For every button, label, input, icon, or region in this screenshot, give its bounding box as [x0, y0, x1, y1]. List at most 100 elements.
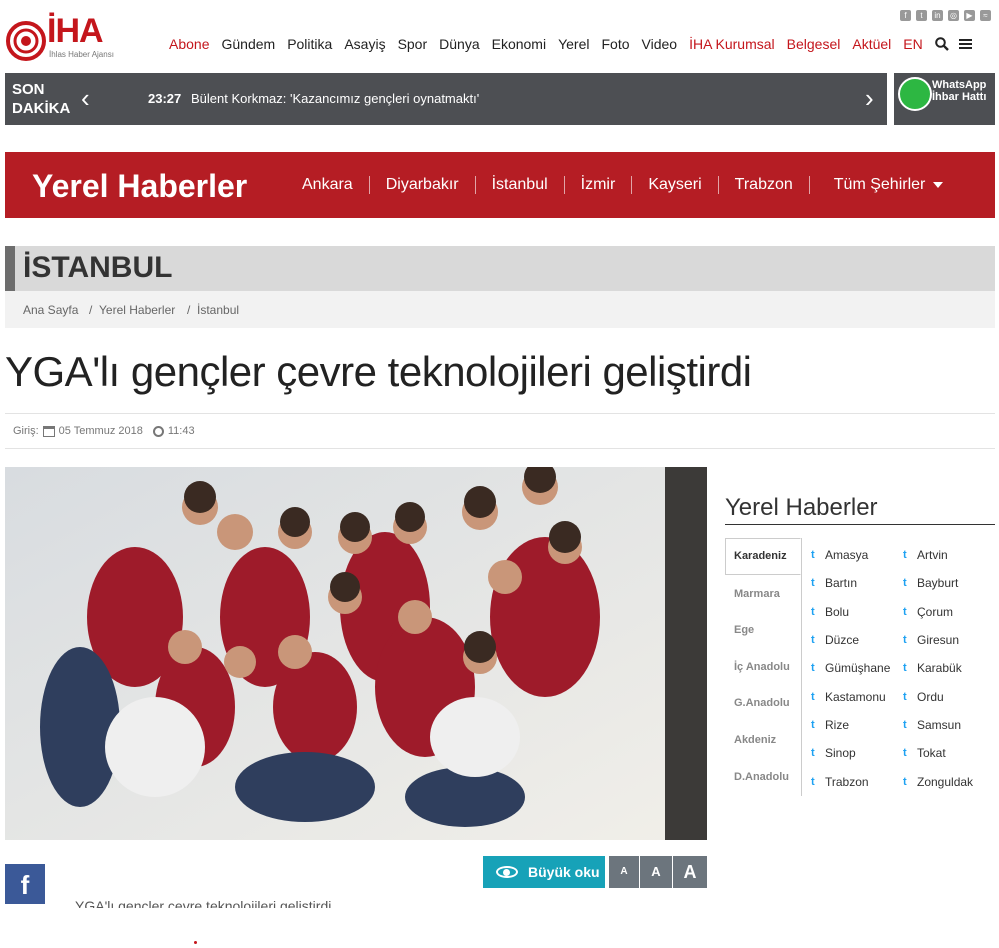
- article-headline: YGA'lı gençler çevre teknolojileri geliş…: [5, 348, 752, 395]
- breaking-headline[interactable]: Bülent Korkmaz: 'Kazancımız gençleri oyn…: [191, 91, 479, 106]
- read-large-button[interactable]: Büyük oku: [483, 856, 605, 888]
- city-link-trabzon[interactable]: Trabzon: [719, 176, 810, 194]
- city-item[interactable]: t Giresun: [903, 633, 959, 647]
- city-item[interactable]: t Gümüşhane: [811, 661, 890, 675]
- nav-abone[interactable]: Abone: [169, 36, 209, 52]
- region-tab-d-anadolu[interactable]: D.Anadolu: [734, 771, 789, 783]
- city-link-izmir[interactable]: İzmir: [565, 176, 633, 194]
- local-news-title[interactable]: Yerel Haberler: [32, 168, 247, 205]
- twitter-icon: t: [811, 691, 815, 703]
- city-item[interactable]: t Ordu: [903, 690, 944, 704]
- twitter-icon: t: [903, 577, 907, 589]
- city-item[interactable]: t Kastamonu: [811, 690, 886, 704]
- city-item[interactable]: t Amasya: [811, 548, 868, 562]
- city-link-istanbul[interactable]: İstanbul: [476, 176, 565, 194]
- nav-en[interactable]: EN: [903, 36, 922, 52]
- city-item[interactable]: t Trabzon: [811, 775, 869, 789]
- nav-aktuel[interactable]: Aktüel: [852, 36, 891, 52]
- logo-mark-icon: [6, 21, 46, 61]
- city-item[interactable]: t Bayburt: [903, 576, 958, 590]
- city-item[interactable]: t Rize: [811, 718, 849, 732]
- sidebar-title: Yerel Haberler: [725, 494, 878, 521]
- region-tab-akdeniz[interactable]: Akdeniz: [734, 734, 776, 746]
- whatsapp-icon: [898, 77, 932, 111]
- breaking-time: 23:27: [148, 91, 182, 106]
- font-size-small-button[interactable]: A: [609, 856, 639, 888]
- city-item[interactable]: t Karabük: [903, 661, 962, 675]
- local-city-links: Ankara Diyarbakır İstanbul İzmir Kayseri…: [302, 176, 959, 194]
- city-item[interactable]: t Sinop: [811, 746, 856, 760]
- article-body-start: YGA'lı gençler çevre teknolojileri geliş…: [75, 898, 344, 908]
- instagram-icon[interactable]: ◎: [948, 10, 959, 21]
- nav-ekonomi[interactable]: Ekonomi: [492, 36, 546, 52]
- twitter-icon: t: [903, 634, 907, 646]
- twitter-icon: t: [811, 747, 815, 759]
- logo-text: İHA: [47, 12, 104, 50]
- breadcrumb: Ana Sayfa / Yerel Haberler / İstanbul: [5, 291, 995, 328]
- twitter-icon: t: [811, 577, 815, 589]
- breadcrumb-local[interactable]: Yerel Haberler: [99, 303, 175, 317]
- city-item[interactable]: t Samsun: [903, 718, 961, 732]
- nav-spor[interactable]: Spor: [398, 36, 428, 52]
- city-item[interactable]: t Artvin: [903, 548, 948, 562]
- nav-asayis[interactable]: Asayiş: [344, 36, 385, 52]
- menu-icon[interactable]: [958, 38, 972, 50]
- youtube-icon[interactable]: ▶: [964, 10, 975, 21]
- facebook-share-button[interactable]: f: [5, 864, 45, 904]
- twitter-icon: t: [811, 606, 815, 618]
- city-item[interactable]: t Tokat: [903, 746, 946, 760]
- nav-politika[interactable]: Politika: [287, 36, 332, 52]
- region-tab-ic-anadolu[interactable]: İç Anadolu: [734, 661, 790, 673]
- twitter-icon: t: [903, 662, 907, 674]
- region-tab-karadeniz[interactable]: Karadeniz: [734, 550, 787, 562]
- region-tab-marmara[interactable]: Marmara: [734, 588, 780, 600]
- font-size-large-button[interactable]: A: [673, 856, 707, 888]
- logo-subtitle: İhlas Haber Ajansı: [49, 50, 114, 59]
- region-tab-g-anadolu[interactable]: G.Anadolu: [734, 697, 790, 709]
- facebook-icon: f: [20, 870, 30, 900]
- twitter-icon: t: [811, 776, 815, 788]
- twitter-icon: t: [811, 719, 815, 731]
- region-tab-ege[interactable]: Ege: [734, 624, 754, 636]
- city-link-ankara[interactable]: Ankara: [302, 176, 370, 194]
- city-item[interactable]: t Düzce: [811, 633, 859, 647]
- twitter-icon: t: [811, 549, 815, 561]
- search-icon[interactable]: [934, 37, 949, 51]
- font-size-medium-button[interactable]: A: [640, 856, 672, 888]
- breadcrumb-home[interactable]: Ana Sayfa: [23, 303, 78, 317]
- nav-yerel[interactable]: Yerel: [558, 36, 589, 52]
- city-item[interactable]: t Zonguldak: [903, 775, 973, 789]
- city-link-diyarbakir[interactable]: Diyarbakır: [370, 176, 476, 194]
- twitter-icon: t: [903, 691, 907, 703]
- nav-video[interactable]: Video: [642, 36, 678, 52]
- social-links: f t in ◎ ▶ ≈: [900, 10, 991, 21]
- region-tabs: Karadeniz Marmara Ege İç Anadolu G.Anado…: [725, 538, 802, 796]
- iha-logo[interactable]: İHA İhlas Haber Ajansı: [5, 12, 135, 62]
- facebook-icon[interactable]: f: [900, 10, 911, 21]
- eye-icon: [496, 866, 518, 878]
- main-navigation: Abone Gündem Politika Asayiş Spor Dünya …: [169, 36, 972, 52]
- chevron-right-icon[interactable]: ›: [865, 83, 874, 114]
- group-photo-illustration: [5, 467, 707, 840]
- city-item[interactable]: t Bolu: [811, 605, 849, 619]
- nav-gundem[interactable]: Gündem: [221, 36, 275, 52]
- all-cities-dropdown[interactable]: Tüm Şehirler: [810, 176, 960, 194]
- city-link-kayseri[interactable]: Kayseri: [632, 176, 719, 194]
- section-title: İSTANBUL: [23, 251, 173, 284]
- linkedin-icon[interactable]: in: [932, 10, 943, 21]
- nav-dunya[interactable]: Dünya: [439, 36, 479, 52]
- city-item[interactable]: t Bartın: [811, 576, 857, 590]
- article-date: 05 Temmuz 2018: [58, 425, 143, 437]
- city-item[interactable]: t Çorum: [903, 605, 953, 619]
- nav-iha-kurumsal[interactable]: İHA Kurumsal: [689, 36, 775, 52]
- twitter-icon: t: [811, 634, 815, 646]
- section-header: İSTANBUL: [5, 246, 995, 291]
- breadcrumb-istanbul[interactable]: İstanbul: [197, 303, 239, 317]
- twitter-icon: t: [903, 747, 907, 759]
- nav-foto[interactable]: Foto: [601, 36, 629, 52]
- nav-belgesel[interactable]: Belgesel: [787, 36, 841, 52]
- chevron-left-icon[interactable]: ‹: [81, 83, 90, 114]
- rss-icon[interactable]: ≈: [980, 10, 991, 21]
- twitter-icon[interactable]: t: [916, 10, 927, 21]
- whatsapp-hotline[interactable]: WhatsApp İhbar Hattı: [894, 73, 995, 125]
